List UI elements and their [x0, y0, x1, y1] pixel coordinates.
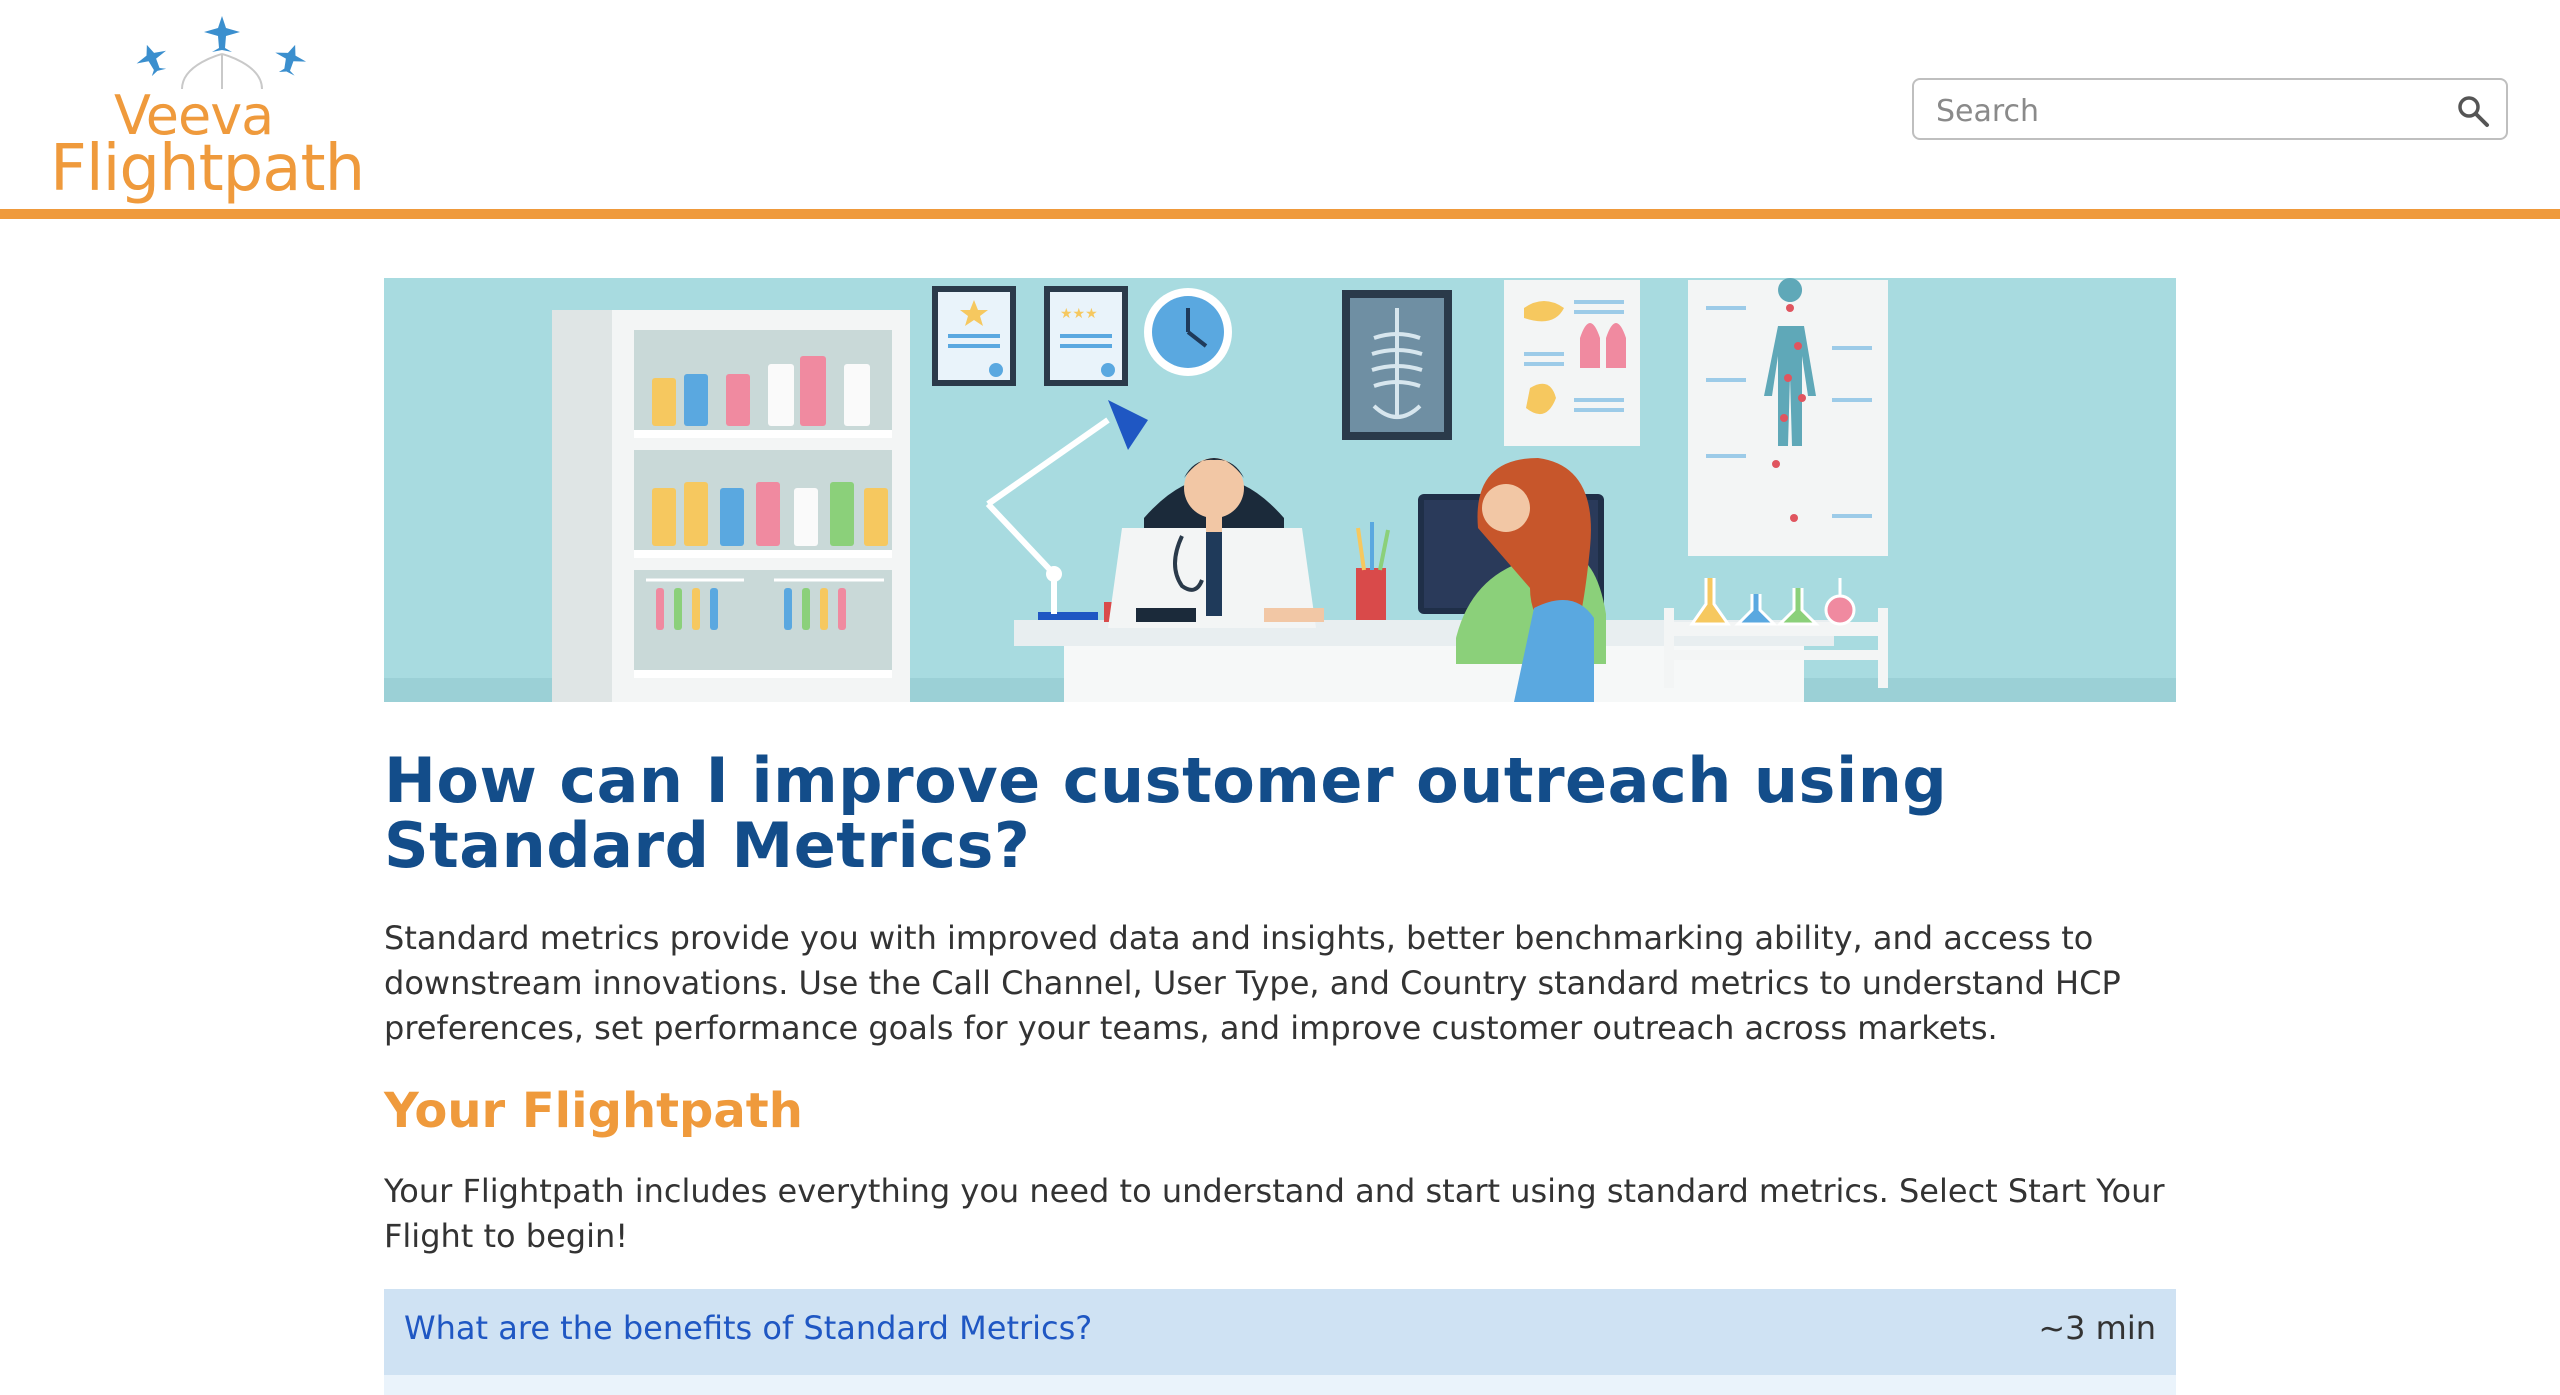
section-title: Your Flightpath: [384, 1083, 803, 1139]
step-duration: ~3 min: [2038, 1309, 2156, 1347]
svg-text:★★★: ★★★: [1060, 306, 1098, 322]
intro-paragraph: Standard metrics provide you with improv…: [384, 919, 2121, 1047]
logo-text-flightpath: Flightpath: [50, 132, 365, 206]
section-description: Your Flightpath includes everything you …: [384, 1172, 2165, 1255]
search-input[interactable]: [1934, 90, 2438, 132]
flightpath-step-link[interactable]: What are the benefits of Standard Metric…: [404, 1309, 1092, 1347]
doctor-office-illustration: ★★★: [384, 278, 2176, 702]
main-content: ★★★ How can I improve customer outreach …: [384, 278, 2176, 1395]
search-icon[interactable]: [2456, 94, 2490, 128]
veeva-flightpath-logo[interactable]: Veeva Flightpath: [44, 14, 374, 209]
search-box[interactable]: [1912, 78, 2508, 140]
page-title: How can I improve customer outreach usin…: [384, 744, 1948, 882]
flightpath-step-row[interactable]: What are the benefits of Standard Metric…: [384, 1289, 2176, 1375]
flightpath-next-row[interactable]: [384, 1375, 2176, 1395]
site-header: Veeva Flightpath: [0, 0, 2560, 219]
hero-illustration: ★★★: [384, 278, 2176, 702]
airplane-icon: [136, 16, 307, 90]
